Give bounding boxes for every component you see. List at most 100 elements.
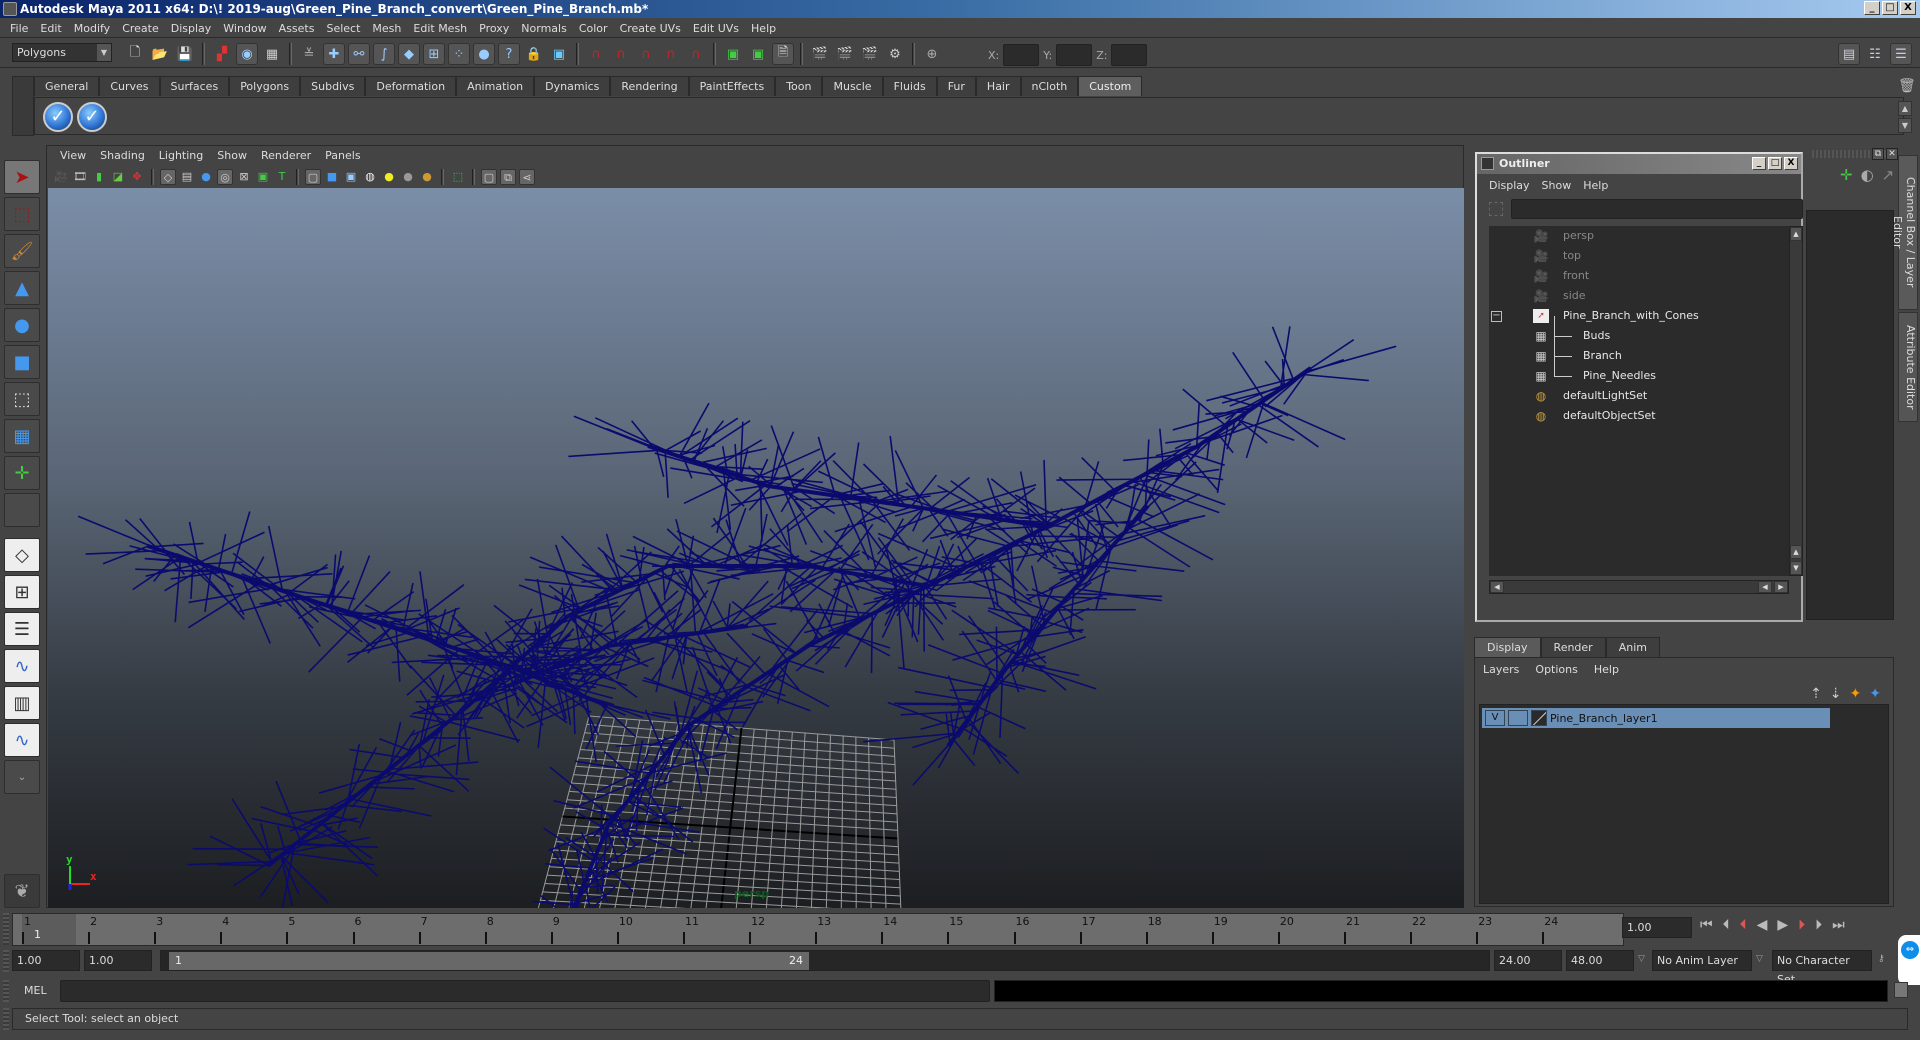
select-rendering-icon[interactable]: ● <box>473 43 495 65</box>
shelf-tab-hair[interactable]: Hair <box>975 76 1021 96</box>
create-empty-layer-icon[interactable]: ✦ <box>1850 686 1862 702</box>
resolution-gate-icon[interactable]: ● <box>198 169 214 185</box>
menu-set-dropdown[interactable]: Polygons ▼ <box>12 43 112 62</box>
key-icon[interactable]: ⚷ <box>1878 954 1885 964</box>
outliner-item[interactable]: 🎥 persp <box>1489 226 1789 246</box>
shelf-tab-surfaces[interactable]: Surfaces <box>159 76 230 96</box>
step-back-frame-icon[interactable]: ⏴ <box>1723 917 1730 933</box>
snap-to-points-icon[interactable]: ∩ <box>635 43 657 65</box>
shelf-tab-custom[interactable]: Custom <box>1078 76 1143 96</box>
layer-tab-anim[interactable]: Anim <box>1605 637 1660 657</box>
persp-outliner-layout-icon[interactable]: ☰ <box>4 612 40 646</box>
highlight-selection-icon[interactable]: ▣ <box>548 43 570 65</box>
viewport-menu-view[interactable]: View <box>53 149 93 162</box>
xray-icon[interactable]: ▢ <box>481 169 497 185</box>
snap-to-curves-icon[interactable]: ∩ <box>610 43 632 65</box>
viewport-menu-renderer[interactable]: Renderer <box>254 149 318 162</box>
step-forward-key-icon[interactable]: ⏵ <box>1798 917 1805 933</box>
show-manipulator-icon[interactable]: ✛ <box>4 456 40 490</box>
layer-menu-options[interactable]: Options <box>1535 663 1577 676</box>
outliner-item[interactable]: ▦ Branch <box>1489 346 1789 366</box>
menu-modify[interactable]: Modify <box>68 22 116 35</box>
wireframe-icon[interactable]: ▢ <box>305 169 321 185</box>
construction-history-icon[interactable]: 🗎 <box>772 43 794 65</box>
shelf-tab-curves[interactable]: Curves <box>99 76 160 96</box>
gate-mask-icon[interactable]: ◎ <box>217 169 233 185</box>
menu-edit-uvs[interactable]: Edit UVs <box>687 22 745 35</box>
scroll-up-arrow-icon[interactable]: ▲ <box>1790 227 1802 241</box>
open-scene-icon[interactable]: 📂 <box>149 43 171 65</box>
time-slider[interactable]: 1 2 3 4 5 6 7 8 9 10 11 12 13 14 15 16 17 18 19 20 21 22 23 24 … <box>12 913 1624 946</box>
snap-to-view-planes-icon[interactable]: ∩ <box>660 43 682 65</box>
outliner-horizontal-scrollbar[interactable]: ◀ ◀ ▶ <box>1489 580 1789 594</box>
render-current-frame-icon[interactable]: 🎬 <box>834 43 856 65</box>
select-camera-icon[interactable]: 🎥 <box>53 169 69 185</box>
outliner-item[interactable]: ▦ Pine_Needles <box>1489 366 1789 386</box>
command-input[interactable] <box>60 980 990 1002</box>
render-view-icon[interactable]: 🎬 <box>809 43 831 65</box>
collapse-icon[interactable]: − <box>1491 311 1502 322</box>
shelf-tab-fur[interactable]: Fur <box>936 76 976 96</box>
attribute-editor-tab[interactable]: Attribute Editor <box>1898 312 1918 422</box>
menu-proxy[interactable]: Proxy <box>473 22 515 35</box>
menu-file[interactable]: File <box>4 22 34 35</box>
playback-start-field[interactable]: 1.00 <box>84 950 152 971</box>
move-layer-up-icon[interactable]: ⇡ <box>1810 686 1822 702</box>
x-input[interactable] <box>1003 44 1040 66</box>
outliner-item[interactable]: ▦ Buds <box>1489 326 1789 346</box>
anim-layer-dropdown[interactable]: No Anim Layer <box>1652 950 1752 971</box>
outliner-minimize-button[interactable]: _ <box>1752 157 1766 170</box>
menu-help[interactable]: Help <box>745 22 782 35</box>
channel-box-layer-editor-tab[interactable]: Channel Box / Layer Editor <box>1891 155 1918 310</box>
safe-action-icon[interactable]: ▣ <box>255 169 271 185</box>
create-layer-from-selected-icon[interactable]: ✦ <box>1869 686 1881 702</box>
play-backwards-icon[interactable]: ◀ <box>1757 917 1768 933</box>
safe-title-icon[interactable]: T <box>274 169 290 185</box>
go-to-start-icon[interactable]: ⏮ <box>1700 917 1713 933</box>
select-joints-icon[interactable]: ⚯ <box>348 43 370 65</box>
tool-settings-toggle-icon[interactable]: ☷ <box>1864 43 1886 65</box>
shelf-tab-animation[interactable]: Animation <box>456 76 535 96</box>
four-view-layout-icon[interactable]: ⊞ <box>4 575 40 609</box>
outliner-close-button[interactable]: X <box>1784 157 1798 170</box>
menu-color[interactable]: Color <box>573 22 614 35</box>
script-editor-icon[interactable] <box>1894 982 1908 998</box>
shadows-icon[interactable]: ● <box>400 169 416 185</box>
field-chart-icon[interactable]: ⊠ <box>236 169 252 185</box>
scroll-right-arrow-icon[interactable]: ▶ <box>1774 581 1788 593</box>
animation-end-field[interactable]: 48.00 <box>1566 950 1634 971</box>
range-slider-handle[interactable]: 1 24 <box>169 952 809 970</box>
universal-manipulator-icon[interactable]: ⬚ <box>4 382 40 416</box>
select-tool-icon[interactable]: ➤ <box>4 160 40 194</box>
character-set-dropdown[interactable]: No Character Set <box>1772 950 1872 986</box>
lock-selection-icon[interactable]: 🔒 <box>523 43 545 65</box>
outliner-item[interactable]: ◍ defaultLightSet <box>1489 386 1789 406</box>
scroll-up-arrow-icon[interactable]: ▲ <box>1790 545 1802 559</box>
grid-toggle-icon[interactable]: ◇ <box>160 169 176 185</box>
go-to-end-icon[interactable]: ⏭ <box>1832 917 1845 933</box>
menu-create[interactable]: Create <box>116 22 165 35</box>
lasso-tool-icon[interactable]: ⬚ <box>4 197 40 231</box>
menu-edit[interactable]: Edit <box>34 22 67 35</box>
viewport-menu-lighting[interactable]: Lighting <box>152 149 210 162</box>
shelf-tab-rendering[interactable]: Rendering <box>610 76 689 96</box>
select-by-object-type-icon[interactable]: ◉ <box>236 43 258 65</box>
shelf-tab-fluids[interactable]: Fluids <box>882 76 937 96</box>
ipr-render-icon[interactable]: 🎬 <box>859 43 881 65</box>
select-misc-icon[interactable]: ? <box>498 43 520 65</box>
select-by-hierarchy-icon[interactable]: ▞ <box>211 43 233 65</box>
menu-window[interactable]: Window <box>217 22 272 35</box>
layer-row[interactable]: V Pine_Branch_layer1 <box>1482 708 1830 728</box>
use-all-lights-icon[interactable]: ● <box>381 169 397 185</box>
share-icon[interactable]: ⋖ <box>519 169 535 185</box>
outliner-filter-input[interactable] <box>1511 199 1803 219</box>
outliner-item[interactable]: ◍ defaultObjectSet <box>1489 406 1789 426</box>
output-operations-icon[interactable]: ▣ <box>747 43 769 65</box>
shelf-scroll-down-button[interactable]: ▼ <box>1898 118 1912 133</box>
input-line-mode-icon[interactable]: ⊕ <box>921 43 943 65</box>
outliner-item[interactable]: 🎥 front <box>1489 266 1789 286</box>
channel-box-toggle-icon[interactable]: ☰ <box>1890 43 1912 65</box>
layer-menu-help[interactable]: Help <box>1594 663 1619 676</box>
menu-select[interactable]: Select <box>320 22 366 35</box>
manipulator-axis-icon[interactable]: ✛ <box>1840 166 1853 184</box>
